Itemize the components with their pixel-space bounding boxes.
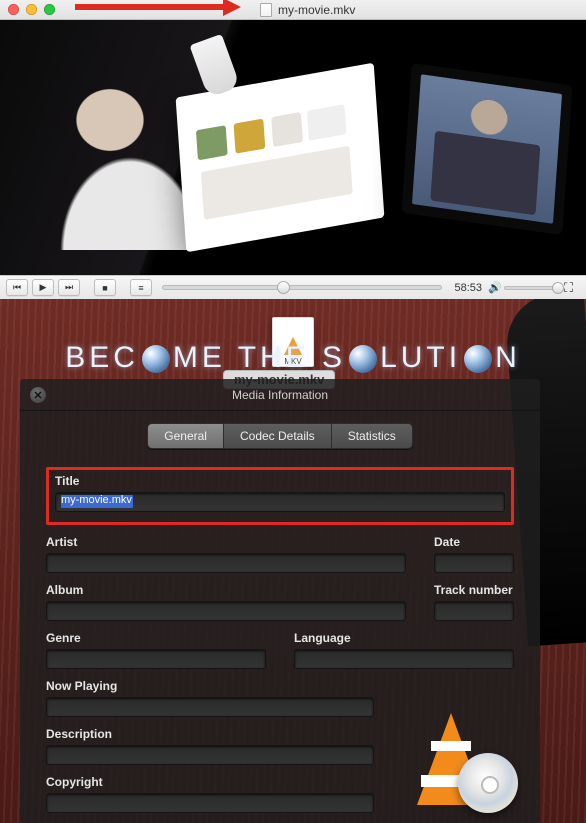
traffic-lights [0, 4, 55, 15]
lower-panel: MKV BECME THE SLUTIN my-movie.mkv ✕ Medi… [0, 299, 586, 823]
window-title-text: my-movie.mkv [278, 3, 355, 17]
copyright-label: Copyright [46, 775, 374, 789]
album-field[interactable] [46, 601, 406, 621]
player-controls: ⏮ ▶ ⏭ ■ ≡ 58:53 🔊 ⛶ [0, 275, 586, 299]
globe-icon [142, 345, 170, 373]
video-frame [0, 20, 586, 275]
seek-slider[interactable] [162, 285, 442, 290]
highlight-title-field: Title my-movie.mkv [46, 467, 514, 525]
date-label: Date [434, 535, 514, 549]
track-number-label: Track number [434, 583, 514, 597]
minimize-window-button[interactable] [26, 4, 37, 15]
video-viewport[interactable] [0, 20, 586, 275]
skip-back-button[interactable]: ⏮ [6, 279, 28, 296]
window-titlebar: my-movie.mkv [0, 0, 586, 20]
media-info-form: Title my-movie.mkv Artist Date [20, 449, 540, 823]
tabs: General Codec Details Statistics [20, 423, 540, 449]
media-info-window: ✕ Media Information General Codec Detail… [20, 379, 540, 823]
title-field[interactable] [55, 492, 505, 512]
disc-icon [458, 753, 518, 813]
track-number-field[interactable] [434, 601, 514, 621]
tab-statistics[interactable]: Statistics [332, 423, 413, 449]
fullscreen-button[interactable]: ⛶ [564, 280, 580, 296]
media-info-title: Media Information [232, 388, 328, 402]
tab-codec-details[interactable]: Codec Details [224, 423, 332, 449]
volume-slider[interactable] [504, 286, 560, 290]
volume-knob[interactable] [552, 282, 564, 294]
now-playing-field[interactable] [46, 697, 374, 717]
callout-arrow [75, 4, 225, 10]
language-field[interactable] [294, 649, 514, 669]
artist-label: Artist [46, 535, 406, 549]
genre-field[interactable] [46, 649, 266, 669]
globe-icon [349, 345, 377, 373]
play-button[interactable]: ▶ [32, 279, 54, 296]
copyright-field[interactable] [46, 793, 374, 813]
date-field[interactable] [434, 553, 514, 573]
elapsed-time: 58:53 [452, 282, 484, 294]
genre-label: Genre [46, 631, 266, 645]
description-field[interactable] [46, 745, 374, 765]
close-icon[interactable]: ✕ [30, 387, 46, 403]
callout-arrow-head [223, 0, 241, 16]
title-label: Title [55, 474, 505, 488]
language-label: Language [294, 631, 514, 645]
video-content [176, 63, 385, 253]
album-label: Album [46, 583, 406, 597]
video-content [401, 63, 572, 235]
stop-button[interactable]: ■ [94, 279, 116, 296]
tab-general[interactable]: General [147, 423, 224, 449]
now-playing-label: Now Playing [46, 679, 374, 693]
description-label: Description [46, 727, 374, 741]
mute-button[interactable]: 🔊 [488, 281, 500, 294]
document-icon [260, 3, 272, 17]
close-window-button[interactable] [8, 4, 19, 15]
zoom-window-button[interactable] [44, 4, 55, 15]
media-info-titlebar: ✕ Media Information [20, 379, 540, 411]
playlist-button[interactable]: ≡ [130, 279, 152, 296]
skip-forward-button[interactable]: ⏭ [58, 279, 80, 296]
seek-knob[interactable] [277, 281, 290, 294]
globe-icon [464, 345, 492, 373]
vlc-app-icon [388, 679, 514, 805]
artist-field[interactable] [46, 553, 406, 573]
window-title: my-movie.mkv [260, 3, 355, 17]
